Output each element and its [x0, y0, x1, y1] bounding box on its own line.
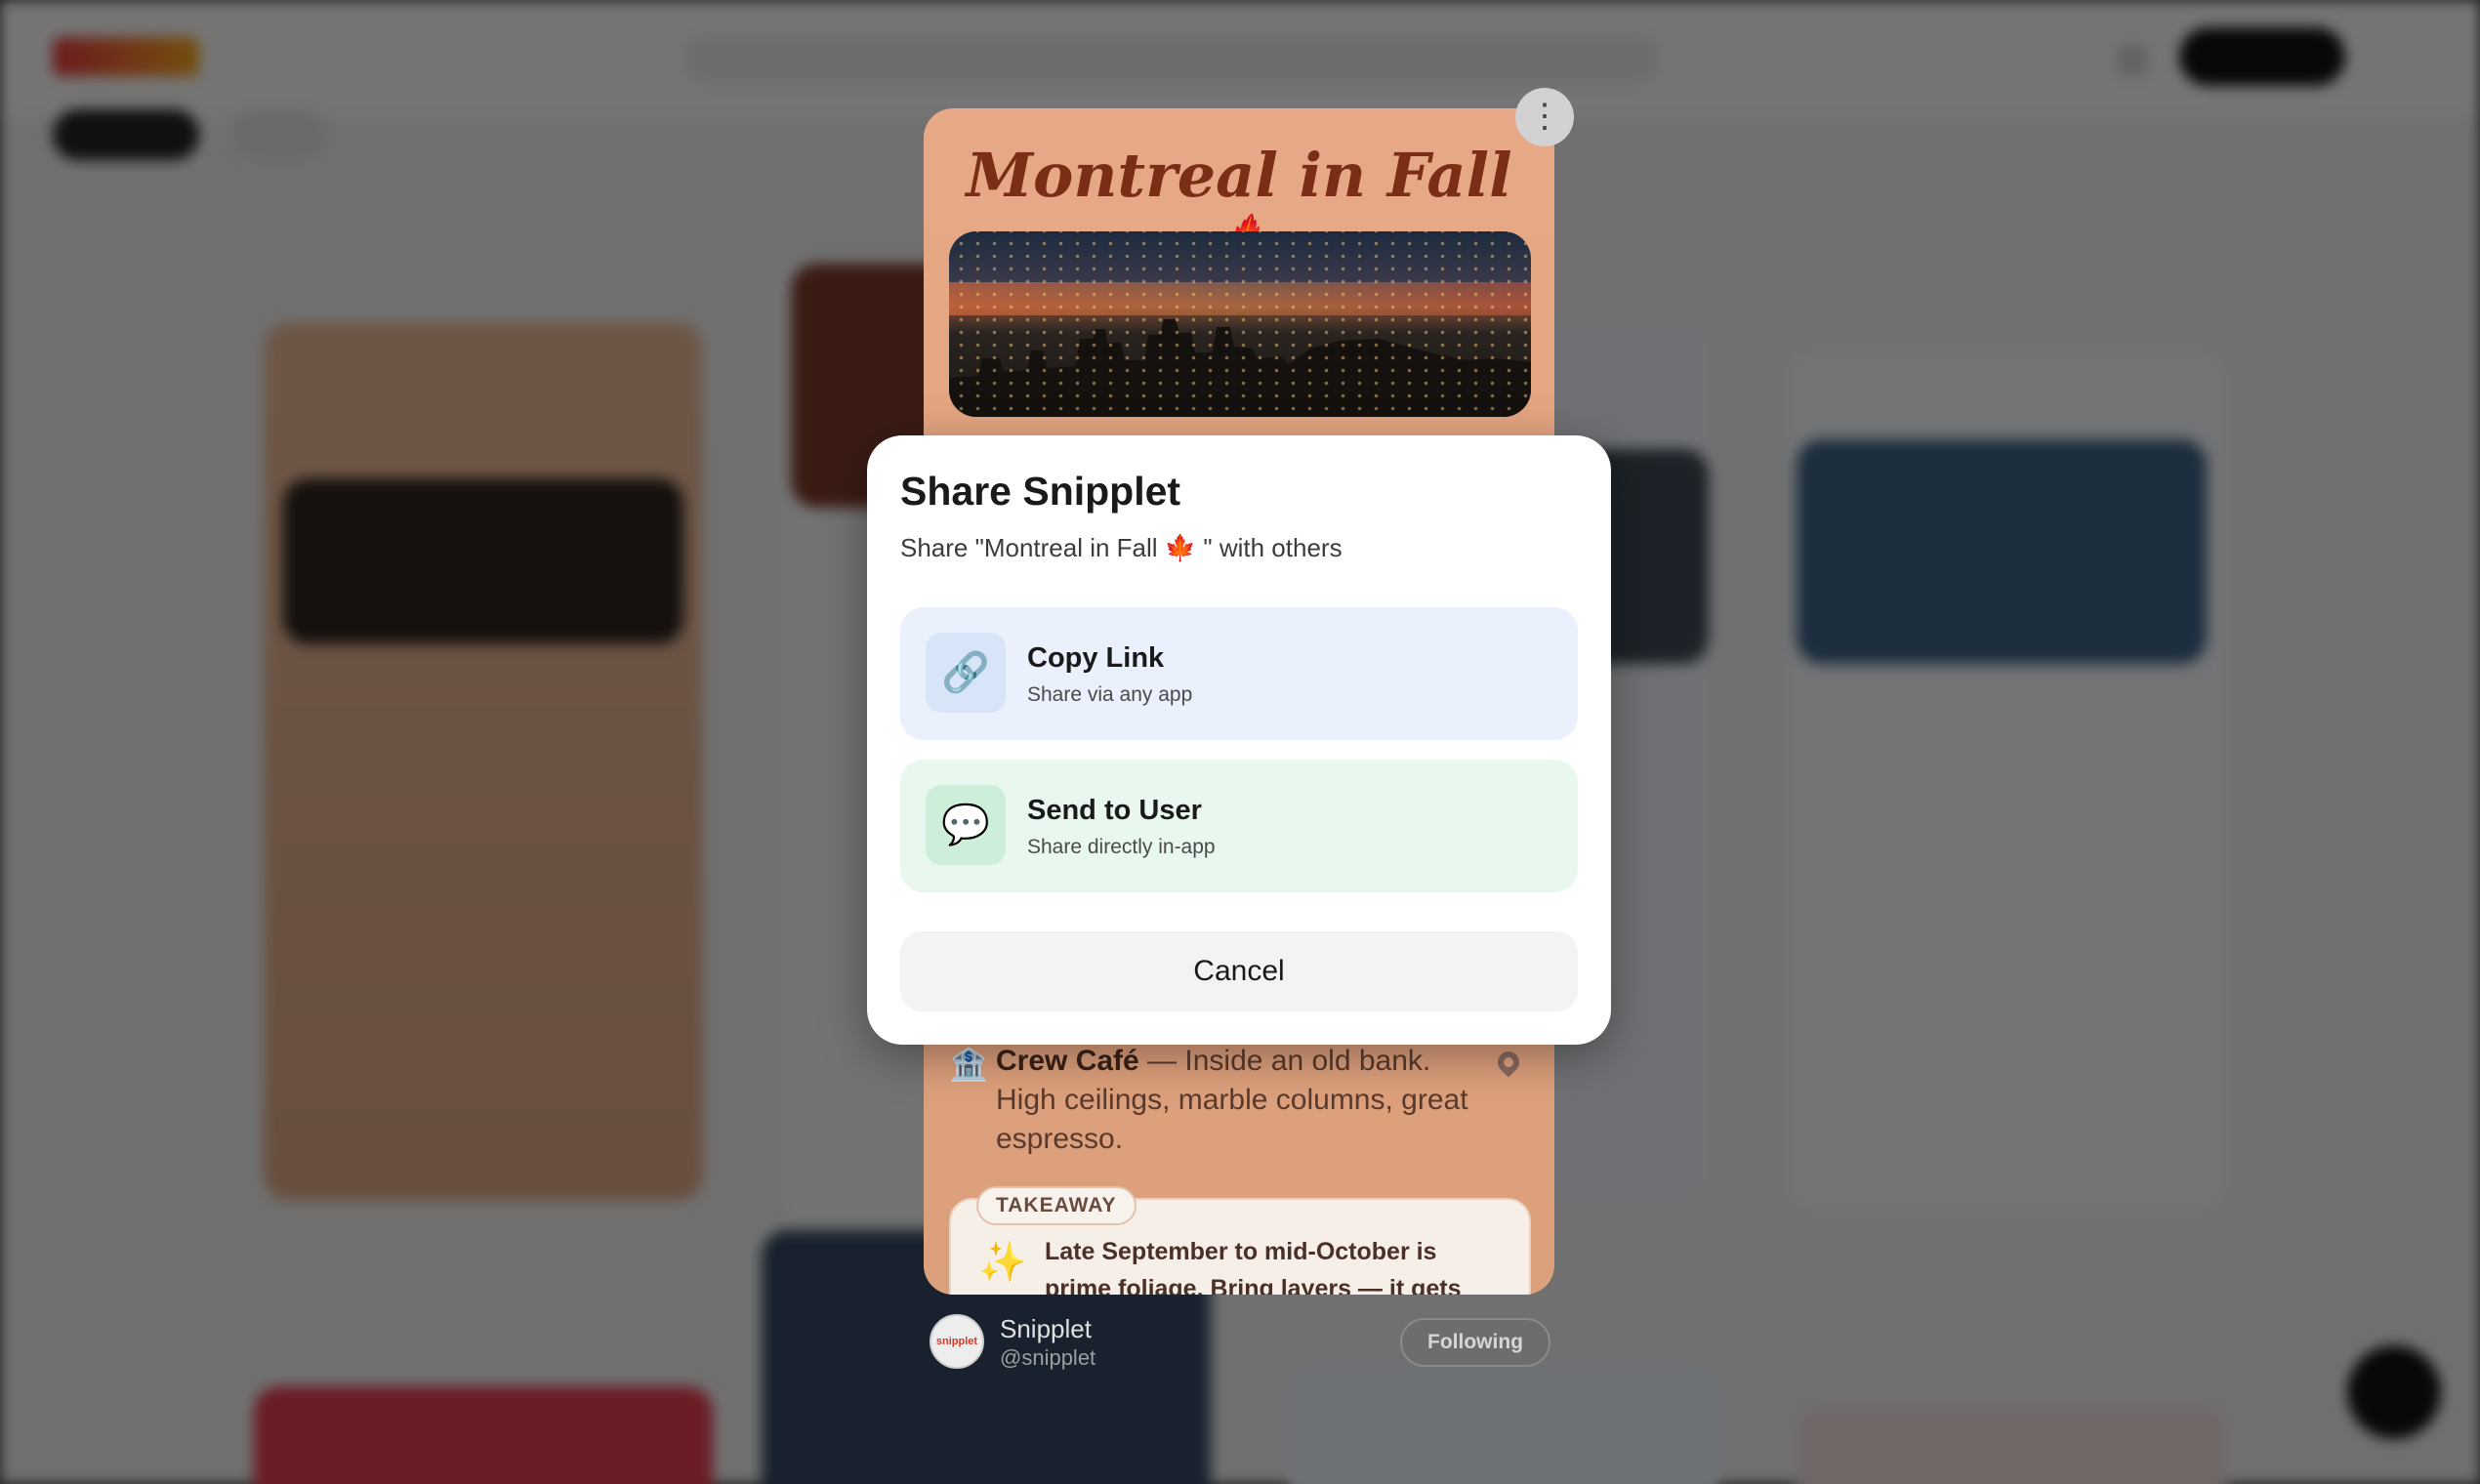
speech-bubble-icon: 💬 — [926, 785, 1006, 865]
dialog-title: Share Snipplet — [900, 469, 1181, 514]
cancel-button[interactable]: Cancel — [900, 931, 1578, 1011]
option-label: Send to User — [1027, 795, 1202, 826]
copy-link-option[interactable]: 🔗 Copy Link Share via any app — [900, 607, 1578, 740]
option-description: Share directly in-app — [1027, 836, 1216, 858]
takeaway-tag: TAKEAWAY — [976, 1186, 1137, 1225]
option-description: Share via any app — [1027, 683, 1193, 706]
dialog-subtitle: Share "Montreal in Fall 🍁 " with others — [900, 533, 1343, 562]
more-options-icon[interactable]: ⋮ — [1515, 88, 1574, 146]
crew-cafe-text: Crew Café — Inside an old bank. High cei… — [996, 1042, 1474, 1159]
crew-cafe-name: Crew Café — [996, 1045, 1139, 1077]
share-dialog: Share Snipplet Share "Montreal in Fall 🍁… — [867, 435, 1611, 1045]
card-title-text: Montreal in Fall — [966, 140, 1512, 211]
map-pin-icon[interactable] — [1493, 1047, 1524, 1078]
following-button[interactable]: Following — [1400, 1318, 1550, 1367]
send-to-user-option[interactable]: 💬 Send to User Share directly in-app — [900, 760, 1578, 892]
sparkles-icon: ✨ — [978, 1241, 1027, 1284]
link-icon: 🔗 — [926, 633, 1006, 713]
option-label: Copy Link — [1027, 642, 1165, 674]
bank-icon: 🏦 — [949, 1047, 988, 1082]
author-name[interactable]: Snipplet — [1000, 1314, 1092, 1344]
takeaway-text: Late September to mid-October is prime f… — [1045, 1238, 1462, 1295]
author-avatar[interactable]: snipplet — [930, 1314, 984, 1369]
author-handle: @snipplet — [1000, 1345, 1096, 1370]
city-skyline-photo — [949, 231, 1531, 417]
